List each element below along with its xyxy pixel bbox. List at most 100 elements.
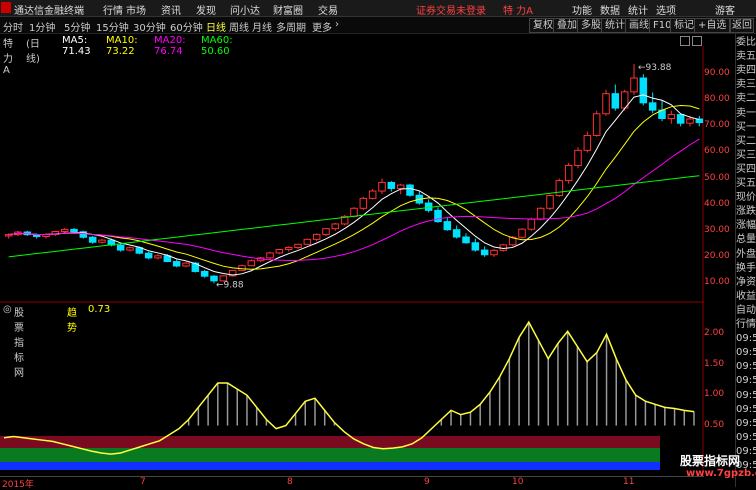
candle-body	[331, 223, 340, 230]
price-tick: 30.00	[704, 224, 730, 235]
quote-row[interactable]: 买四	[736, 163, 756, 176]
quote-row[interactable]: 09:52	[736, 360, 756, 373]
quote-row[interactable]: 09:52	[736, 389, 756, 402]
candle-body	[303, 238, 312, 245]
indicator-name[interactable]: 股票指标网	[14, 304, 24, 379]
candle-body	[126, 247, 134, 251]
quote-row[interactable]: 自动	[736, 304, 756, 317]
menu-item-ask[interactable]: 问小达	[230, 2, 260, 17]
app-logo-icon	[1, 2, 11, 13]
period-60min[interactable]: 60分钟	[170, 19, 203, 34]
quote-row[interactable]: 买一	[736, 121, 756, 134]
menu-item-stats[interactable]: 统计	[628, 2, 648, 17]
menu-item-options[interactable]: 选项	[656, 2, 676, 17]
login-alert[interactable]: 证券交易未登录	[416, 2, 486, 17]
candle-body	[592, 113, 601, 136]
quote-row[interactable]: 买三	[736, 149, 756, 162]
menu-item-news[interactable]: 资讯	[161, 2, 181, 17]
low-price-label: ←9.88	[216, 280, 244, 290]
period-more[interactable]: 更多	[312, 19, 332, 34]
quote-row[interactable]: 委比	[736, 36, 756, 49]
candle-body	[499, 244, 508, 251]
period-daily[interactable]: 日线	[206, 19, 226, 34]
quote-row[interactable]: 卖三	[736, 78, 756, 91]
panel-settings-icon[interactable]	[680, 36, 690, 46]
menu-item-market[interactable]: 市场	[126, 2, 146, 17]
period-timeshare[interactable]: 分时	[3, 19, 23, 34]
indicator-tick: 0.50	[704, 419, 725, 430]
quote-row[interactable]: 现价	[736, 191, 756, 204]
quote-row[interactable]: 09:53	[736, 431, 756, 444]
quote-row[interactable]: 09:51	[736, 332, 756, 345]
candle-body	[247, 260, 256, 267]
quote-row[interactable]: 09:53	[736, 417, 756, 430]
candle-body	[639, 77, 648, 104]
period-15min[interactable]: 15分钟	[96, 19, 129, 34]
quote-row[interactable]: 收益	[736, 290, 756, 303]
stock-name: 特 力A	[503, 6, 534, 17]
kline-chart[interactable]: ←93.88 ←9.88	[0, 46, 704, 476]
candle-body	[350, 207, 358, 217]
high-price-label: ←93.88	[638, 63, 672, 73]
date-axis: 2015年 7 8 9 10 11	[0, 476, 704, 490]
menu-item-data[interactable]: 数据	[600, 2, 620, 17]
quote-row[interactable]: 09:52	[736, 403, 756, 416]
quote-row[interactable]: 买五	[736, 177, 756, 190]
quote-row[interactable]: 涨幅	[736, 219, 756, 232]
period-30min[interactable]: 30分钟	[133, 19, 166, 34]
indicator-label: 趋势	[67, 308, 77, 334]
candle-body	[443, 221, 452, 231]
candle-body	[424, 202, 433, 211]
candle-body	[359, 197, 368, 209]
menu-item-discover[interactable]: 发现	[196, 2, 216, 17]
menu-item-trade[interactable]: 交易	[318, 2, 338, 17]
quote-row[interactable]: 09:52	[736, 374, 756, 387]
period-weekly[interactable]: 周线	[229, 19, 249, 34]
panel-maximize-icon[interactable]	[692, 36, 702, 46]
period-5min[interactable]: 5分钟	[64, 19, 90, 34]
price-tick: 70.00	[704, 120, 730, 131]
candle-body	[144, 252, 153, 259]
user-label[interactable]: 游客	[715, 2, 735, 17]
trend-line	[3, 320, 695, 455]
candle-body	[630, 77, 638, 93]
quote-row[interactable]: 卖一	[736, 107, 756, 120]
ma60-line	[8, 175, 700, 258]
candle-body	[602, 93, 610, 115]
quote-row[interactable]: 卖二	[736, 92, 756, 105]
period-monthly[interactable]: 月线	[252, 19, 272, 34]
candle-body	[312, 233, 321, 240]
period-multi[interactable]: 多周期	[276, 19, 306, 34]
x-tick: 11	[623, 477, 635, 487]
candle-body	[527, 218, 536, 230]
quote-row[interactable]: 卖四	[736, 64, 756, 77]
quote-row[interactable]: 买二	[736, 135, 756, 148]
menu-item-quotes[interactable]: 行情	[103, 2, 123, 17]
candle-body	[611, 93, 620, 109]
candle-body	[163, 255, 172, 263]
candle-body	[406, 184, 414, 196]
period-1min[interactable]: 1分钟	[29, 19, 55, 34]
x-tick: 8	[287, 477, 293, 487]
quote-row[interactable]: 净资	[736, 276, 756, 289]
quote-row[interactable]: 卖五	[736, 50, 756, 63]
quote-row[interactable]: 行情	[736, 318, 756, 331]
candle-body	[294, 243, 302, 248]
indicator-settings-icon[interactable]: ◎	[3, 304, 12, 315]
quote-row[interactable]: 09:51	[736, 346, 756, 359]
quote-row[interactable]: 总量	[736, 233, 756, 246]
candle-body	[564, 164, 573, 182]
candle-body	[182, 262, 190, 267]
candle-body	[60, 228, 69, 233]
menu-item-function[interactable]: 功能	[572, 2, 592, 17]
back-button[interactable]: 返回	[730, 18, 754, 33]
add-favorite-button[interactable]: +自选	[694, 18, 731, 33]
candle-body	[172, 261, 181, 267]
menu-item-wealth[interactable]: 财富圈	[273, 2, 303, 17]
chevron-right-icon[interactable]: ›	[335, 19, 339, 30]
candle-body	[546, 194, 554, 209]
quote-row[interactable]: 外盘	[736, 248, 756, 261]
candle-body	[536, 207, 545, 220]
quote-row[interactable]: 涨跌	[736, 205, 756, 218]
quote-row[interactable]: 换手	[736, 262, 756, 275]
